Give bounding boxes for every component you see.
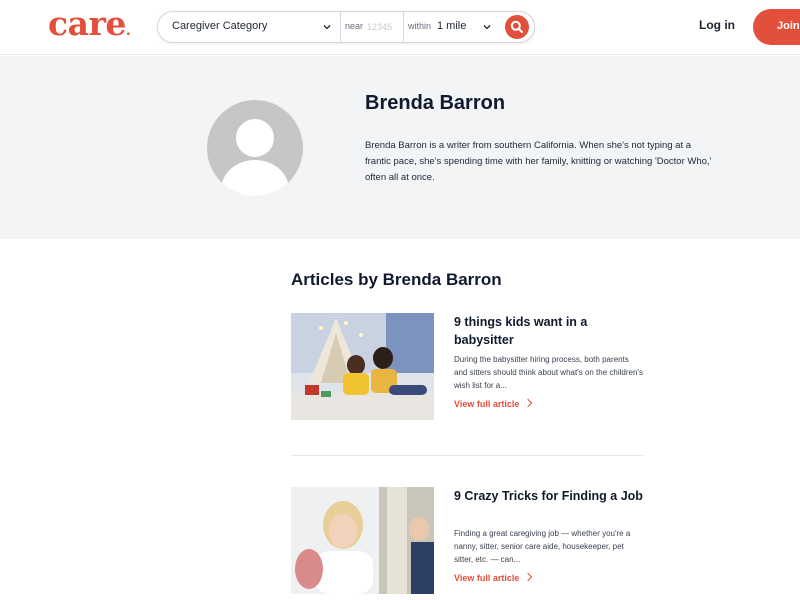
join-now-button[interactable]: Join now — [753, 9, 800, 45]
chevron-down-icon — [483, 25, 491, 30]
articles-heading: Articles by Brenda Barron — [291, 270, 502, 289]
view-article-link[interactable]: View full article — [454, 572, 533, 583]
chevron-down-icon — [323, 25, 331, 30]
distance-value: 1 mile — [437, 20, 467, 32]
search-divider — [340, 12, 341, 42]
search-icon — [510, 20, 524, 34]
within-label: within — [408, 21, 432, 31]
article-excerpt: During the babysitter hiring process, bo… — [454, 355, 643, 390]
zip-code-input[interactable] — [367, 19, 403, 35]
article-title[interactable]: 9 things kids want in a babysitter — [454, 313, 644, 349]
article-divider — [291, 455, 643, 456]
author-bio: Brenda Barron is a writer from southern … — [365, 140, 712, 183]
caregiver-category-select[interactable]: Caregiver Category — [172, 12, 340, 42]
article-card: 9 things kids want in a babysitter Durin… — [291, 313, 643, 423]
article-title[interactable]: 9 Crazy Tricks for Finding a Job — [454, 487, 644, 505]
author-name: Brenda Barron — [365, 92, 506, 114]
site-header: care. Caregiver Category near within 1 m… — [0, 0, 800, 55]
view-article-label: View full article — [454, 399, 520, 409]
author-profile: Brenda Barron Brenda Barron is a writer … — [0, 56, 800, 239]
login-link[interactable]: Log in — [699, 18, 735, 32]
article-thumbnail[interactable] — [291, 487, 434, 594]
search-divider — [403, 12, 404, 42]
view-article-label: View full article — [454, 573, 520, 583]
care-logo[interactable]: care. — [48, 4, 131, 43]
chevron-right-icon — [524, 572, 533, 582]
caregiver-category-label: Caregiver Category — [172, 20, 268, 32]
view-article-link[interactable]: View full article — [454, 398, 533, 409]
user-placeholder-icon — [207, 100, 303, 196]
article-card: 9 Crazy Tricks for Finding a Job Finding… — [291, 487, 643, 597]
article-excerpt: Finding a great caregiving job — whether… — [454, 529, 631, 564]
search-bar: Caregiver Category near within 1 mile — [157, 11, 535, 43]
near-label: near — [345, 21, 364, 31]
search-button[interactable] — [505, 15, 529, 39]
chevron-right-icon — [524, 398, 533, 408]
article-thumbnail[interactable] — [291, 313, 434, 420]
